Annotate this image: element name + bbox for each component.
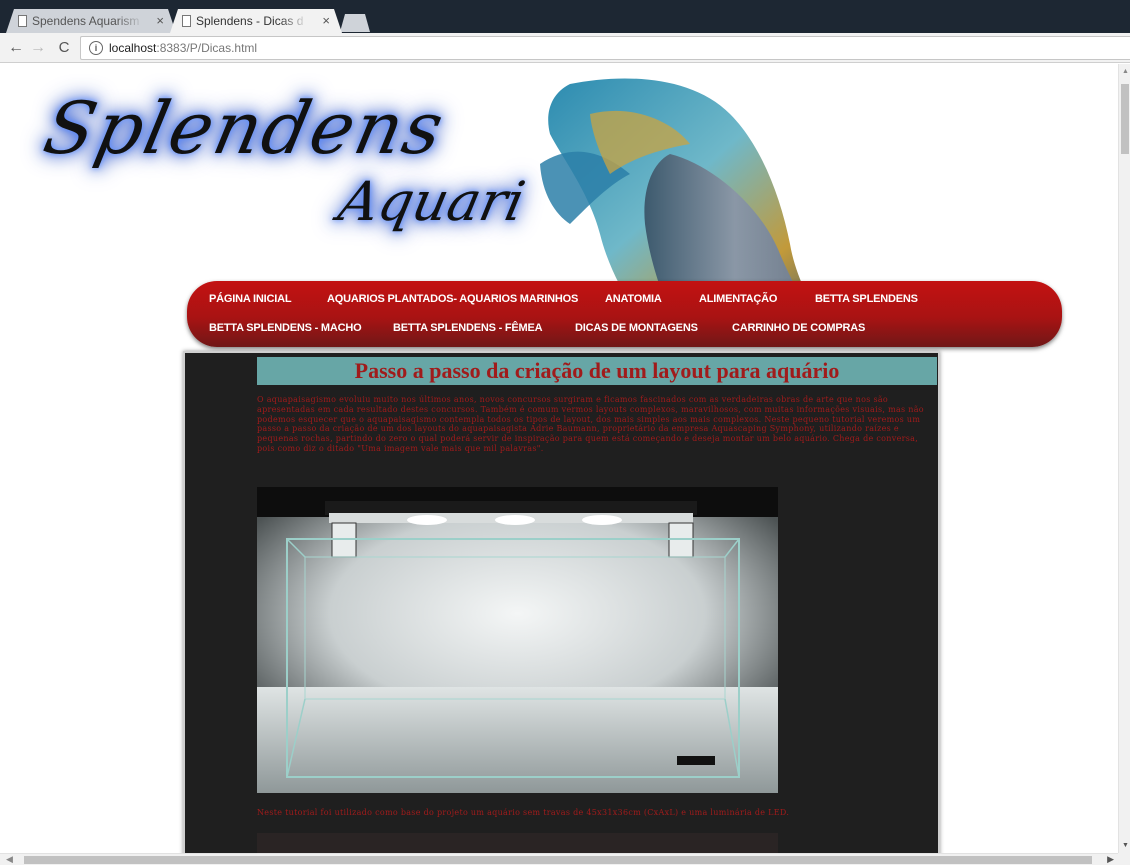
nav-dicas-de-montagens[interactable]: DICAS DE MONTAGENS bbox=[575, 322, 698, 334]
tab-title: Splendens - Dicas d bbox=[196, 14, 304, 28]
nav-carrinho-de-compras[interactable]: CARRINHO DE COMPRAS bbox=[732, 322, 865, 334]
address-bar: ← → C i localhost:8383/P/Dicas.html bbox=[0, 33, 1130, 63]
scroll-down-icon[interactable]: ▼ bbox=[1122, 842, 1129, 849]
vertical-scrollbar[interactable]: ▲ ▼ bbox=[1118, 64, 1130, 853]
url-text: localhost:8383/P/Dicas.html bbox=[109, 41, 258, 55]
tab-splendens-dicas[interactable]: Splendens - Dicas d × bbox=[170, 9, 342, 33]
nav-pagina-inicial[interactable]: PÁGINA INICIAL bbox=[209, 293, 292, 305]
new-tab-button[interactable] bbox=[340, 14, 370, 32]
close-icon[interactable]: × bbox=[156, 13, 164, 28]
nav-betta-splendens-macho[interactable]: BETTA SPLENDENS - MACHO bbox=[209, 322, 362, 334]
info-icon[interactable]: i bbox=[89, 41, 103, 55]
nav-anatomia[interactable]: ANATOMIA bbox=[605, 293, 662, 305]
close-icon[interactable]: × bbox=[322, 13, 330, 28]
aquarium-photo-2 bbox=[257, 833, 778, 853]
article-title: Passo a passo da criação de um layout pa… bbox=[354, 358, 840, 383]
nav-aquarios-plantados-marinhos[interactable]: AQUARIOS PLANTADOS- AQUARIOS MARINHOS bbox=[327, 293, 578, 305]
article-intro: O aquapaisagismo evoluiu muito nos últim… bbox=[257, 395, 924, 453]
scroll-left-icon[interactable]: ◀ bbox=[6, 854, 13, 865]
scroll-right-icon[interactable]: ▶ bbox=[1107, 854, 1114, 865]
nav-betta-splendens-femea[interactable]: BETTA SPLENDENS - FÊMEA bbox=[393, 322, 543, 334]
horizontal-scroll-thumb[interactable] bbox=[24, 856, 1092, 864]
tab-title: Spendens Aquarism bbox=[32, 14, 140, 28]
back-arrow-icon[interactable]: ← bbox=[6, 38, 26, 58]
url-input[interactable]: i localhost:8383/P/Dicas.html bbox=[80, 36, 1130, 60]
tab-strip: Spendens Aquarism × Splendens - Dicas d … bbox=[0, 0, 1130, 33]
logo-text-aquari: Aquari bbox=[333, 170, 531, 233]
tab-spendens-aquarism[interactable]: Spendens Aquarism × bbox=[6, 9, 176, 33]
reload-icon[interactable]: C bbox=[54, 38, 74, 58]
page-icon bbox=[18, 15, 27, 27]
horizontal-scrollbar[interactable]: ◀ ▶ bbox=[0, 853, 1118, 865]
photo-caption: Neste tutorial foi utilizado como base d… bbox=[257, 808, 790, 817]
aquarium-photo bbox=[257, 487, 778, 793]
main-navigation: PÁGINA INICIAL AQUARIOS PLANTADOS- AQUAR… bbox=[187, 281, 1062, 347]
title-bar: Passo a passo da criação de um layout pa… bbox=[257, 357, 937, 385]
vertical-scroll-thumb[interactable] bbox=[1121, 84, 1129, 154]
article-container: Passo a passo da criação de um layout pa… bbox=[183, 351, 940, 853]
nav-betta-splendens[interactable]: BETTA SPLENDENS bbox=[815, 293, 918, 305]
forward-arrow-icon[interactable]: → bbox=[28, 38, 48, 58]
page-icon bbox=[182, 15, 191, 27]
logo-text-splendens: Splendens bbox=[37, 86, 453, 170]
scrollbar-corner bbox=[1118, 853, 1130, 865]
scroll-up-icon[interactable]: ▲ bbox=[1122, 68, 1129, 75]
nav-alimentacao[interactable]: ALIMENTAÇÃO bbox=[699, 293, 777, 305]
page-viewport: Splendens Aquari PÁGINA INICIAL AQUARIOS… bbox=[0, 64, 1118, 853]
